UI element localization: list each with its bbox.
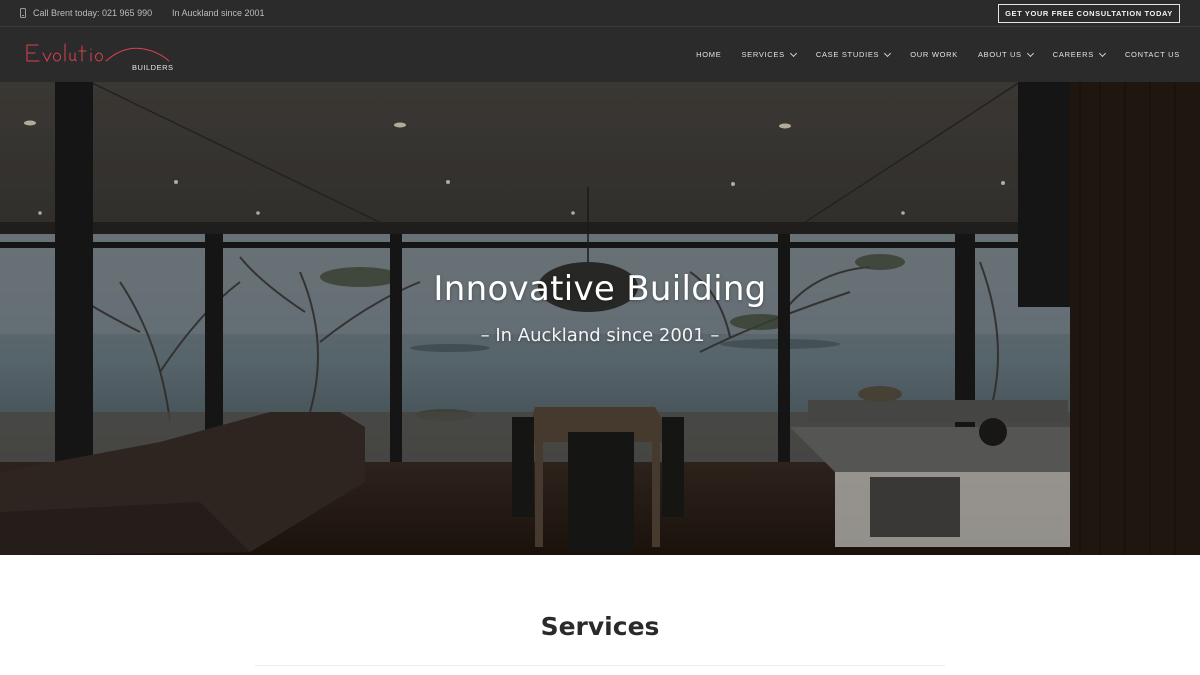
nav-about-us[interactable]: ABOUT US <box>977 49 1034 59</box>
chevron-down-icon <box>789 49 797 57</box>
main-header: BUILDERS HOME SERVICES CASE STUDIES OUR … <box>0 27 1200 82</box>
nav-home-label: HOME <box>696 50 722 59</box>
nav-services[interactable]: SERVICES <box>741 49 797 59</box>
nav-careers-label: CAREERS <box>1052 50 1094 59</box>
services-heading: Services <box>540 612 660 641</box>
phone-text[interactable]: Call Brent today: 021 965 990 <box>33 8 152 18</box>
hero-subtitle: – In Auckland since 2001 – <box>480 325 720 346</box>
chevron-down-icon <box>1098 49 1106 57</box>
nav-case-studies-label: CASE STUDIES <box>815 50 880 59</box>
nav-our-work[interactable]: OUR WORK <box>910 50 958 59</box>
logo-subtitle: BUILDERS <box>132 63 174 72</box>
phone-link[interactable]: Call Brent today: 021 965 990 <box>20 8 152 18</box>
logo[interactable]: BUILDERS <box>24 39 174 73</box>
hero-image <box>0 82 1200 555</box>
nav-contact-us[interactable]: CONTACT US <box>1125 50 1180 59</box>
since-text: In Auckland since 2001 <box>172 8 265 18</box>
nav-careers[interactable]: CAREERS <box>1052 49 1106 59</box>
phone-icon <box>20 8 26 18</box>
nav-case-studies[interactable]: CASE STUDIES <box>815 49 892 59</box>
chevron-down-icon <box>884 49 892 57</box>
divider <box>255 665 945 666</box>
hero-banner: Innovative Building – In Auckland since … <box>0 82 1200 555</box>
nav-about-us-label: ABOUT US <box>977 50 1022 59</box>
free-consultation-button[interactable]: GET YOUR FREE CONSULTATION TODAY <box>998 4 1180 23</box>
hero-title: Innovative Building <box>433 269 767 309</box>
nav-our-work-label: OUR WORK <box>910 50 958 59</box>
main-nav: HOME SERVICES CASE STUDIES OUR WORK ABOU… <box>676 27 1180 82</box>
nav-services-label: SERVICES <box>741 50 785 59</box>
top-bar: Call Brent today: 021 965 990 In Aucklan… <box>0 0 1200 27</box>
nav-home[interactable]: HOME <box>696 50 721 59</box>
chevron-down-icon <box>1026 49 1034 57</box>
nav-contact-us-label: CONTACT US <box>1124 50 1180 59</box>
